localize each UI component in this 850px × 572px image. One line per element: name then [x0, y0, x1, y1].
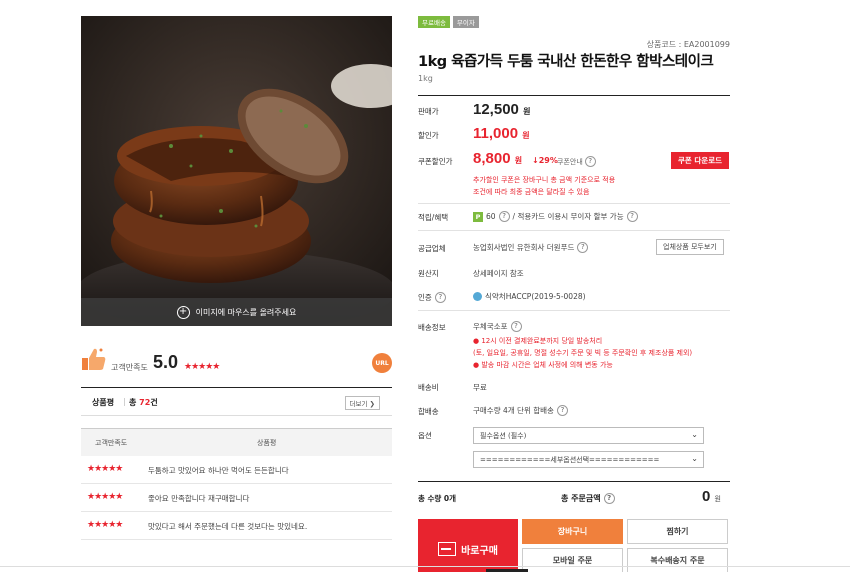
- order-total: 총 수량 0개 총 주문금액 ? 0 원: [418, 481, 730, 511]
- shipping-fee-label: 배송비: [418, 383, 439, 392]
- coupon-note: 조건에 따라 최종 금액은 달라질 수 있음: [473, 188, 590, 196]
- divider: [418, 230, 730, 231]
- no-interest-badge: 무이자: [452, 16, 479, 28]
- shipping-note: ● 발송 마감 시간은 업체 사정에 의해 변동 가능: [473, 361, 613, 369]
- option-label: 옵션: [418, 431, 432, 440]
- discount-price-label: 할인가: [418, 131, 439, 140]
- mobile-order-button[interactable]: 모바일 주문: [522, 548, 623, 572]
- shipping-fee-value: 무료: [473, 383, 487, 392]
- help-icon[interactable]: ?: [510, 321, 522, 332]
- satisfaction-summary: 고객만족도 5.0 ★★★★★ URL: [81, 344, 392, 378]
- card-icon: [438, 542, 457, 556]
- satisfaction-label: 고객만족도: [111, 363, 148, 372]
- coupon-note: 추가할인 쿠폰은 장바구니 총 금액 기준으로 적용: [473, 176, 616, 184]
- seller-products-button[interactable]: 업체상품 모두보기: [656, 239, 724, 255]
- shipping-note: (토, 일요일, 공휴일, 명절 성수기 주문 및 빅 등 주문확인 후 제조상…: [473, 349, 693, 357]
- column-header-review: 상품평: [257, 439, 277, 447]
- divider: [418, 95, 730, 96]
- total-amount-label: 총 주문금액 ?: [561, 493, 615, 504]
- coupon-price-label: 쿠폰할인가: [418, 157, 453, 166]
- cert-label: 인증 ?: [418, 292, 446, 303]
- review-table-header: 고객만족도 상품평: [81, 428, 392, 456]
- review-title: 상품평: [92, 398, 115, 407]
- free-shipping-badge: 무료배송: [418, 16, 450, 28]
- product-image[interactable]: + 이미지에 마우스를 올려주세요: [81, 16, 392, 326]
- coupon-info[interactable]: 쿠폰안내 ?: [557, 156, 596, 167]
- haccp-icon: [473, 292, 482, 301]
- product-badges: 무료배송 무이자: [418, 16, 479, 28]
- help-icon[interactable]: ?: [603, 493, 615, 504]
- review-row[interactable]: ★★★★★ 맛있다고 해서 주문했는데 다른 것보다는 맛있네요.: [81, 512, 392, 540]
- discount-rate: ↓29%: [532, 156, 558, 165]
- shipping-note: ● 12시 이전 결제완료분까지 당일 발송처리: [473, 337, 603, 345]
- image-hover-bar: + 이미지에 마우스를 올려주세요: [81, 298, 392, 326]
- product-weight: 1kg: [418, 74, 433, 83]
- sale-price-label: 판매가: [418, 107, 439, 116]
- chevron-down-icon: ⌄: [691, 454, 698, 463]
- satisfaction-stars: ★★★★★: [184, 362, 220, 372]
- total-amount: 0 원: [702, 488, 721, 505]
- cert-value: 식약처HACCP(2019-5-0028): [473, 291, 586, 302]
- supplier-label: 공급업체: [418, 244, 446, 253]
- review-row[interactable]: ★★★★★ 두툼하고 맛있어요 하나만 먹어도 든든합니다: [81, 456, 392, 484]
- review-header: 상품평 | 총 72건 더보기 ❯: [81, 387, 392, 416]
- review-more-button[interactable]: 더보기 ❯: [344, 396, 380, 410]
- divider: [418, 310, 730, 311]
- thumbs-up-icon: [82, 348, 106, 370]
- shipping-label: 배송정보: [418, 323, 446, 332]
- benefit-value: P 60 ? / 적용카드 이용시 무이자 할부 가능 ?: [473, 211, 638, 222]
- product-code: 상품코드 : EA2001099: [646, 40, 730, 49]
- review-table: 고객만족도 상품평 ★★★★★ 두툼하고 맛있어요 하나만 먹어도 든든합니다 …: [81, 428, 392, 540]
- help-icon[interactable]: ?: [556, 405, 568, 416]
- sale-price: 12,500 원: [473, 101, 531, 118]
- divider: [0, 566, 850, 567]
- review-text[interactable]: 맛있다고 해서 주문했는데 다른 것보다는 맛있네요.: [148, 521, 307, 532]
- points-icon: P: [473, 211, 483, 222]
- divider: |: [123, 397, 126, 406]
- help-icon[interactable]: ?: [577, 242, 589, 253]
- review-count: 총 72건: [129, 398, 158, 407]
- benefit-label: 적립/혜택: [418, 213, 449, 222]
- review-text[interactable]: 좋아요 만족합니다 재구매합니다: [148, 493, 249, 504]
- review-row[interactable]: ★★★★★ 좋아요 만족합니다 재구매합니다: [81, 484, 392, 512]
- shipping-value: 우체국소포 ?: [473, 321, 522, 332]
- image-hover-text: 이미지에 마우스를 올려주세요: [195, 307, 297, 317]
- wishlist-button[interactable]: 찜하기: [627, 519, 728, 544]
- hamburg-steak-photo: [81, 16, 392, 326]
- coupon-download-button[interactable]: 쿠폰 다운로드: [671, 152, 729, 169]
- satisfaction-score: 5.0: [153, 352, 179, 372]
- review-stars: ★★★★★: [87, 464, 123, 474]
- required-option-select[interactable]: 필수옵션 (필수) ⌄: [473, 427, 704, 444]
- product-title: 1kg 육즙가득 두툼 국내산 한돈한우 함박스테이크: [418, 54, 714, 70]
- bundle-shipping-value: 구매수량 4개 단위 합배송 ?: [473, 405, 568, 416]
- column-header-rating: 고객만족도: [95, 439, 128, 447]
- coupon-price: 8,800 원: [473, 150, 523, 167]
- help-icon[interactable]: ?: [498, 211, 510, 222]
- origin-label: 원산지: [418, 269, 439, 278]
- buy-now-button[interactable]: 바로구매: [418, 519, 518, 572]
- bundle-shipping-label: 합배송: [418, 407, 439, 416]
- total-quantity: 총 수량 0개: [418, 494, 457, 503]
- zoom-in-icon: +: [176, 305, 190, 319]
- supplier-value: 농업회사법인 유한회사 더원푸드 ?: [473, 242, 589, 253]
- detail-option-select[interactable]: ============세부옵션선택============ ⌄: [473, 451, 704, 468]
- help-icon[interactable]: ?: [434, 292, 446, 303]
- help-icon[interactable]: ?: [584, 156, 596, 167]
- multi-address-order-button[interactable]: 복수배송지 주문: [627, 548, 728, 572]
- review-text[interactable]: 두툼하고 맛있어요 하나만 먹어도 든든합니다: [148, 465, 289, 476]
- help-icon[interactable]: ?: [626, 211, 638, 222]
- chevron-down-icon: ⌄: [691, 430, 698, 439]
- review-stars: ★★★★★: [87, 520, 123, 530]
- discount-price: 11,000 원: [473, 125, 530, 142]
- divider: [418, 203, 730, 204]
- url-share-button[interactable]: URL: [372, 353, 392, 373]
- review-stars: ★★★★★: [87, 492, 123, 502]
- add-to-cart-button[interactable]: 장바구니: [522, 519, 623, 544]
- origin-value: 상세페이지 참조: [473, 269, 524, 278]
